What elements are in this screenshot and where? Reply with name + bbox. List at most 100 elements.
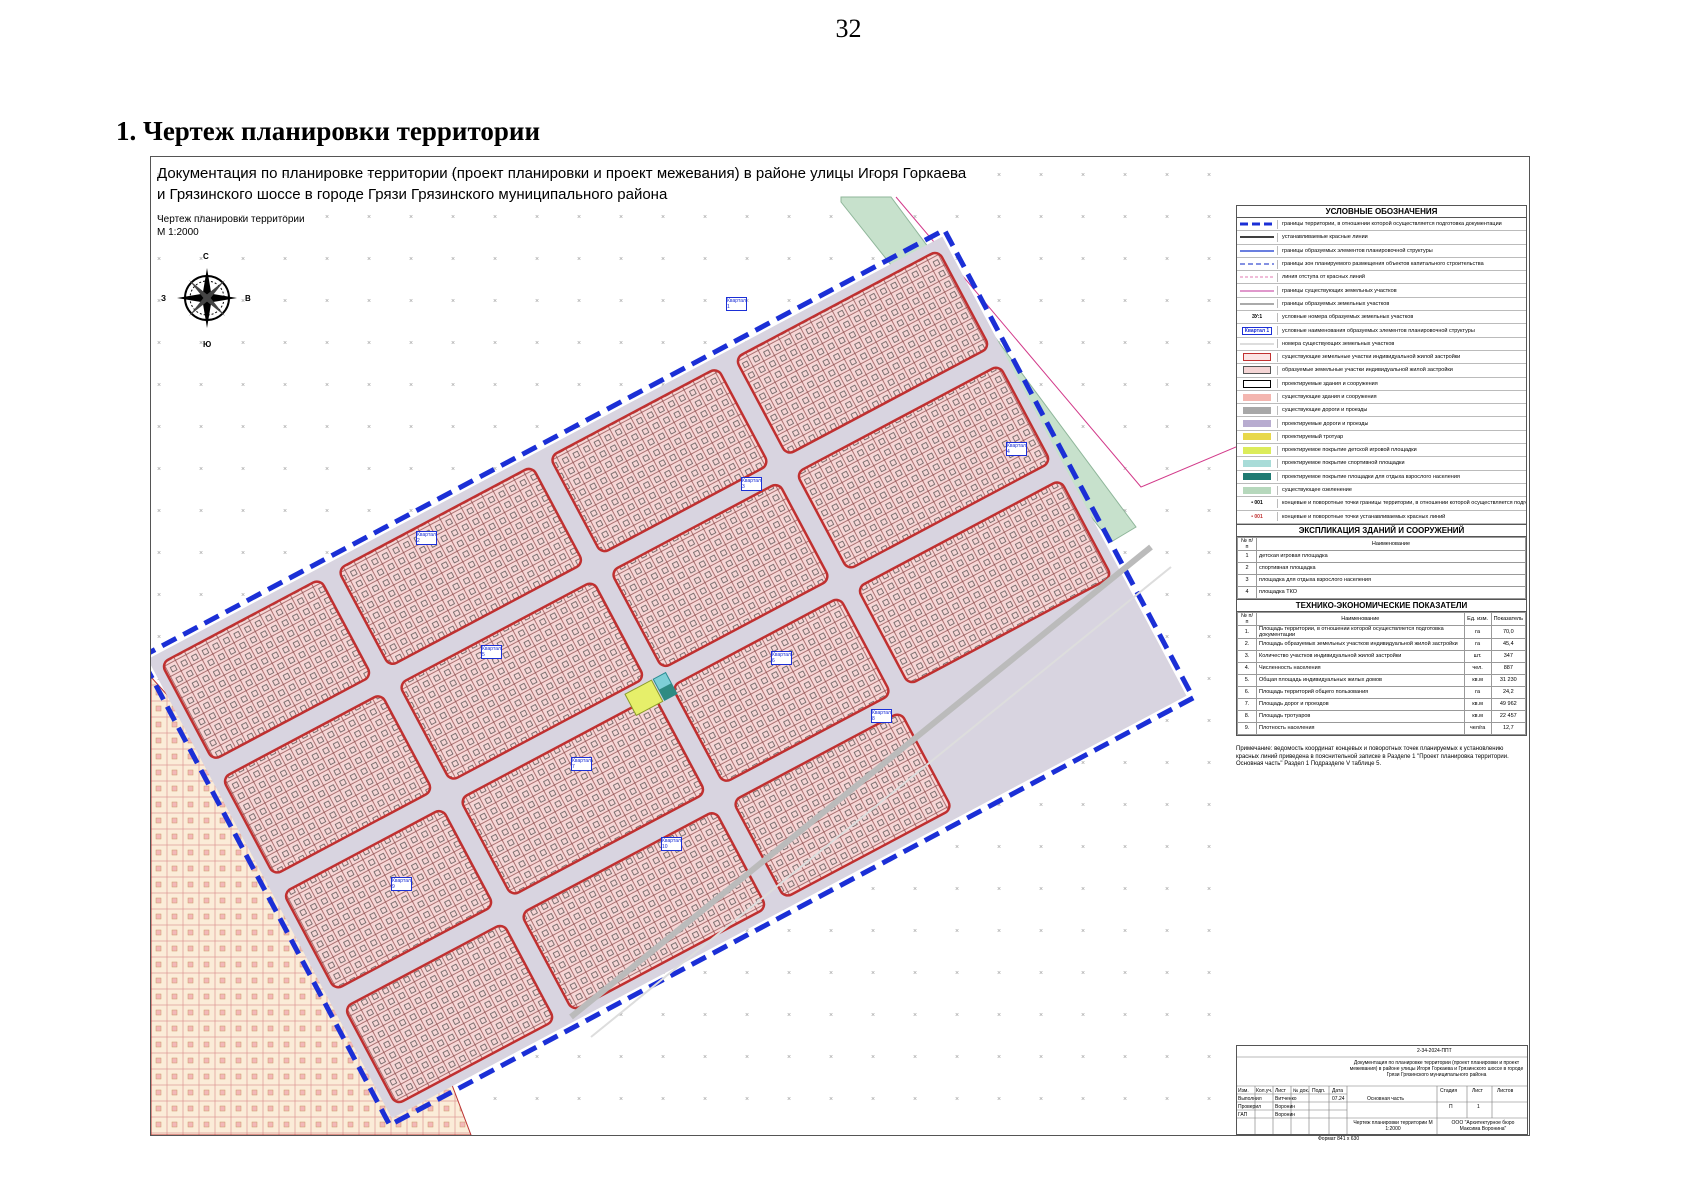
table-cell: Площадь дорог и проездов — [1256, 697, 1465, 711]
table-row: 3 площадка для отдыха взрослого населения — [1237, 573, 1526, 587]
legend-swatch — [1237, 299, 1278, 309]
legend-label: границы зон планируемого размещения объе… — [1282, 261, 1484, 268]
legend-label: существующие здания и сооружения — [1282, 394, 1377, 400]
table-cell: Численность населения — [1256, 661, 1465, 675]
table-cell: 3 — [1237, 573, 1257, 587]
table-cell: 5. — [1237, 673, 1257, 687]
table-cell: чел/га — [1463, 721, 1492, 735]
table-cell: 7. — [1237, 697, 1257, 711]
table-cell: 6. — [1237, 685, 1257, 699]
quarter-label: Квартал 3 — [741, 477, 762, 491]
table-cell: 12,7 — [1490, 721, 1527, 735]
legend-label: границы существующих земельных участков — [1282, 287, 1397, 294]
table-cell: 22 457 — [1490, 709, 1527, 723]
table-cell: детская игровая площадка — [1256, 549, 1526, 563]
legend-label: границы образуемых земельных участков — [1282, 300, 1390, 307]
table-cell: кв.м — [1463, 709, 1492, 723]
legend-swatch: ЗУ:1 — [1237, 312, 1278, 322]
table-cell: 70,0 — [1490, 624, 1527, 639]
stamp-header-cell: Кол.уч. — [1256, 1088, 1273, 1094]
table-cell: 9. — [1237, 721, 1257, 735]
legend-label: условные наименования образуемых элемент… — [1282, 327, 1475, 334]
legend-item: границы существующих земельных участков — [1237, 284, 1526, 298]
table-cell: 3. — [1237, 649, 1257, 663]
table-cell: 2 — [1237, 561, 1257, 575]
stamp-role: Проверил — [1238, 1104, 1262, 1110]
table-cell: Плотность населения — [1256, 721, 1465, 735]
legend-item: проектируемые здания и сооружения — [1237, 378, 1526, 391]
stamp-date: 07.24 — [1332, 1096, 1345, 1102]
table-cell: 1 — [1237, 549, 1257, 563]
section-title: 1. Чертеж планировки территории — [116, 116, 541, 146]
page-number: 32 — [835, 14, 862, 43]
quarter-label: Квартал 2 — [416, 531, 437, 545]
explication-header: Наименование — [1256, 536, 1526, 551]
table-cell: 887 — [1490, 661, 1527, 675]
table-cell: Площадь территорий общего пользования — [1256, 685, 1465, 699]
legend-swatch — [1237, 432, 1278, 442]
legend-swatch — [1237, 286, 1278, 296]
stamp-name: Воронин — [1275, 1104, 1295, 1110]
legend-label: существующие дороги и проезды — [1282, 407, 1368, 414]
plan-name-text: Чертеж планировки территории — [157, 214, 305, 225]
table-cell: га — [1463, 624, 1492, 639]
legend-item: проектируемое покрытие площадки для отды… — [1237, 471, 1526, 484]
legend-label: линия отступа от красных линий — [1282, 274, 1365, 281]
legend-item: Квартал 1 условные наименования образуемы… — [1237, 324, 1526, 338]
table-row: 5. Общая площадь индивидуальных жилых дом… — [1237, 673, 1527, 687]
legend-item: границы образуемых элементов планировочн… — [1237, 245, 1526, 258]
table-cell: Площадь образуемых земельных участков ин… — [1256, 637, 1465, 651]
compass-rose-icon: С Ю З В — [161, 252, 251, 349]
title-block-stamp: 2-34-2024-ППТ Документация по планировке… — [1236, 1045, 1528, 1135]
indicators-title: ТЕХНИКО-ЭКОНОМИЧЕСКИЕ ПОКАЗАТЕЛИ — [1237, 598, 1526, 612]
legend-item: номера существующих земельных участков — [1237, 338, 1526, 351]
stamp-stage-value: П — [1449, 1104, 1453, 1110]
stamp-role: ГАП — [1238, 1112, 1248, 1118]
indicators-header: Ед. изм. — [1463, 611, 1492, 626]
stamp-name: Воронин — [1275, 1112, 1295, 1118]
legend-item: образуемые земельные участки индивидуаль… — [1237, 364, 1526, 378]
legend-panel: УСЛОВНЫЕ ОБОЗНАЧЕНИЯ границы территории,… — [1236, 205, 1527, 736]
legend-swatch — [1237, 352, 1278, 362]
legend-symbol-text: ЗУ:1 — [1251, 314, 1263, 321]
indicators-header: Наименование — [1256, 611, 1465, 626]
legend-item: • 001 концевые и поворотные точки устанав… — [1237, 511, 1526, 524]
stamp-stage-header: Листов — [1497, 1088, 1514, 1094]
table-row: 2. Площадь образуемых земельных участков … — [1237, 637, 1527, 651]
legend-swatch — [1237, 405, 1278, 415]
document-title-line2: и Грязинского шоссе в городе Грязи Грязи… — [157, 186, 668, 203]
legend-label: проектируемые здания и сооружения — [1282, 380, 1378, 387]
table-cell: 2. — [1237, 637, 1257, 651]
table-cell: 31 230 — [1490, 673, 1527, 687]
legend-item: существующие дороги и проезды — [1237, 404, 1526, 418]
legend-item: устанавливаемые красные линии — [1237, 231, 1526, 245]
quarter-label: Квартал 10 — [661, 837, 682, 851]
table-cell: спортивная площадка — [1256, 561, 1526, 575]
legend-swatch — [1237, 246, 1278, 256]
legend-item: существующие здания и сооружения — [1237, 391, 1526, 405]
compass-north: С — [203, 252, 209, 261]
legend-swatch — [1237, 259, 1278, 269]
table-row: 1. Площадь территории, в отношении которо… — [1237, 624, 1527, 639]
stamp-stage-header: Стадия — [1440, 1088, 1458, 1094]
drawing-sheet: × — [150, 156, 1530, 1136]
legend-swatch — [1237, 232, 1278, 242]
legend-swatch — [1237, 472, 1278, 482]
stamp-header-cell: Подп. — [1312, 1088, 1326, 1094]
stamp-header-cell: № док. — [1293, 1088, 1310, 1094]
table-cell: 4 — [1237, 585, 1257, 599]
legend-item: ЗУ:1 условные номера образуемых земельных… — [1237, 311, 1526, 325]
legend-label: существующие земельные участки индивидуа… — [1282, 354, 1461, 361]
explication-table: № п/п Наименование 1 детская игровая площ… — [1237, 536, 1526, 599]
legend-swatch: Квартал 1 — [1237, 326, 1278, 336]
table-cell: га — [1463, 685, 1492, 699]
stamp-header-cell: Изм. — [1238, 1088, 1249, 1094]
legend-item: проектируемый тротуар — [1237, 431, 1526, 445]
legend-item: проектируемые дороги и проезды — [1237, 417, 1526, 431]
site-plan-drawing: × — [151, 157, 1236, 1135]
stamp-header-cell: Дата — [1332, 1088, 1344, 1094]
stamp-sheet-name: Чертеж планировки территории М 1:2000 — [1353, 1120, 1433, 1132]
table-cell: шт. — [1463, 649, 1492, 663]
legend-swatch: • 001 — [1237, 512, 1278, 522]
table-cell: площадка для отдыха взрослого населения — [1256, 573, 1526, 587]
